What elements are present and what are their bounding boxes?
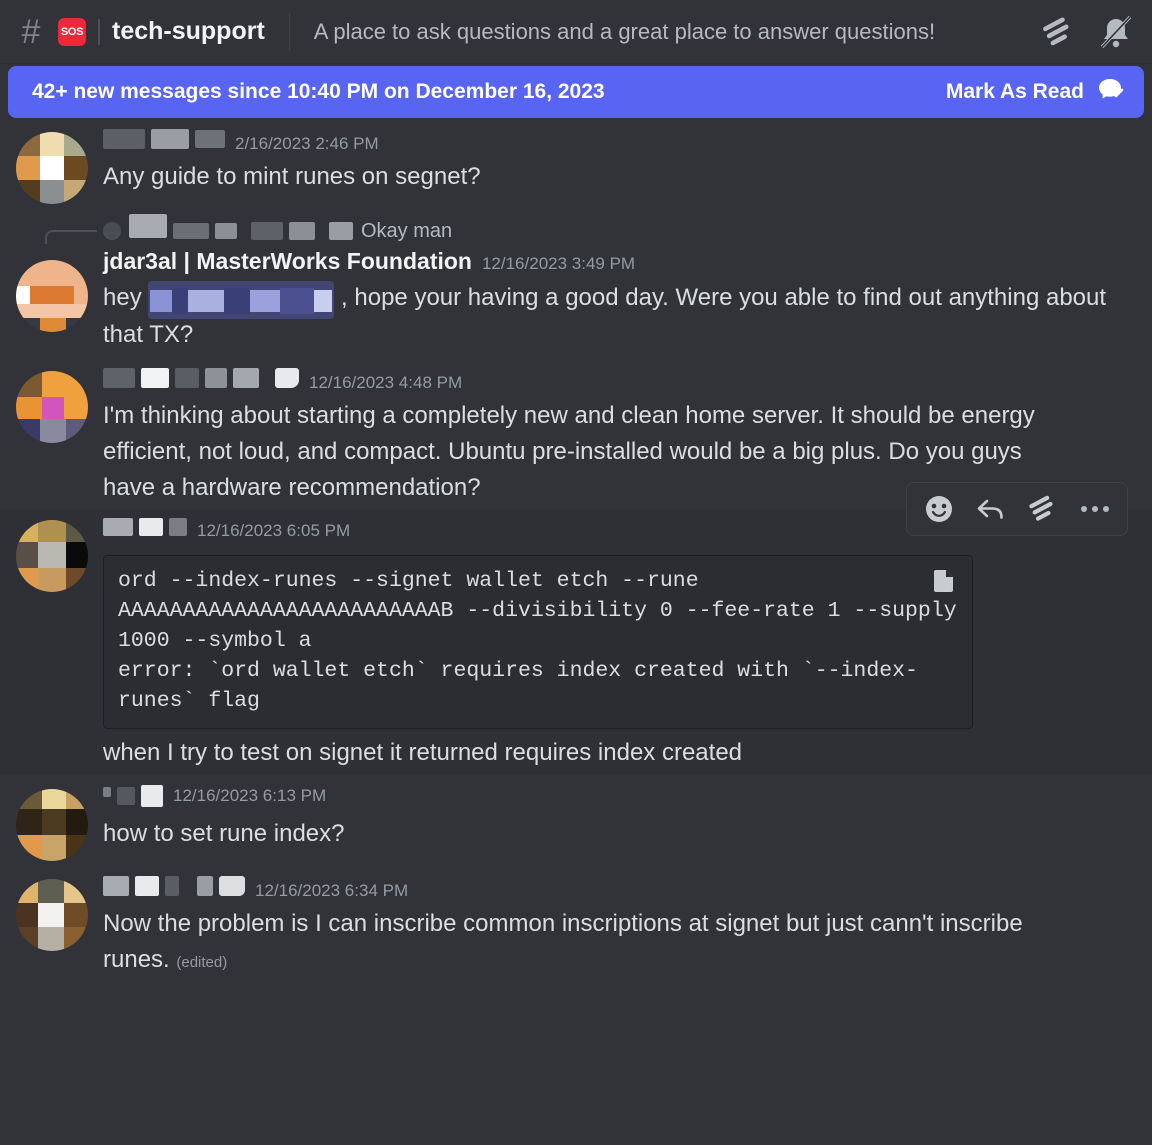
create-thread-icon[interactable] xyxy=(1019,487,1067,531)
avatar[interactable] xyxy=(15,520,88,592)
message-hover-toolbar[interactable] xyxy=(906,482,1128,536)
reply-arrow-icon[interactable] xyxy=(967,487,1015,531)
message-list[interactable]: 2/16/2023 2:46 PM Any guide to mint rune… xyxy=(0,124,1152,1145)
reply-username-redacted[interactable] xyxy=(129,214,353,242)
more-options-icon[interactable] xyxy=(1071,487,1119,531)
avatar-column xyxy=(0,875,103,981)
message-row[interactable]: 12/16/2023 6:34 PM Now the problem is I … xyxy=(0,865,1152,985)
message-text: when I try to test on signet it returned… xyxy=(103,739,743,766)
hash-icon: # xyxy=(21,12,41,51)
threads-icon[interactable] xyxy=(1038,12,1078,52)
reply-spine xyxy=(45,230,97,244)
new-messages-banner[interactable]: 42+ new messages since 10:40 PM on Decem… xyxy=(8,66,1144,118)
reply-reference[interactable]: Okay man xyxy=(45,214,1116,246)
message-text: hey , hope your having a good day. Were … xyxy=(103,279,1116,353)
avatar[interactable] xyxy=(15,789,88,861)
copy-icon[interactable] xyxy=(930,566,960,596)
message-body: Okay man jdar3al | MasterWorks Foundatio… xyxy=(45,214,1136,353)
message-row[interactable]: 2/16/2023 2:46 PM Any guide to mint rune… xyxy=(0,124,1152,208)
sos-emoji-badge: SOS xyxy=(58,17,86,46)
message-header: 12/16/2023 6:34 PM xyxy=(103,875,1116,906)
timestamp: 12/16/2023 3:49 PM xyxy=(481,254,636,273)
timestamp: 2/16/2023 2:46 PM xyxy=(235,134,379,153)
header-separator xyxy=(98,18,100,45)
username-redacted[interactable] xyxy=(103,875,245,897)
channel-name[interactable]: tech-support xyxy=(112,17,265,46)
message-body: 12/16/2023 6:13 PM how to set rune index… xyxy=(103,785,1136,861)
message-row[interactable]: 12/16/2023 6:13 PM how to set rune index… xyxy=(0,775,1152,865)
message-text: Now the problem is I can inscribe common… xyxy=(103,906,1033,981)
avatar-column xyxy=(0,785,103,861)
mark-as-read-label: Mark As Read xyxy=(945,80,1084,103)
new-messages-count-text: 42+ new messages since 10:40 PM on Decem… xyxy=(32,80,605,103)
username-redacted[interactable] xyxy=(103,128,225,150)
message-row[interactable]: 12/16/2023 6:05 PM ord --index-runes --s… xyxy=(0,482,1152,775)
avatar[interactable] xyxy=(15,260,88,332)
mention-redacted[interactable] xyxy=(148,281,335,319)
mark-read-check-icon xyxy=(1094,74,1126,111)
timestamp: 12/16/2023 4:48 PM xyxy=(309,373,463,392)
edited-label: (edited) xyxy=(176,954,228,971)
timestamp: 12/16/2023 6:34 PM xyxy=(255,881,409,900)
username-redacted[interactable] xyxy=(103,367,299,389)
avatar[interactable] xyxy=(15,879,88,951)
message-text: Any guide to mint runes on segnet? xyxy=(103,163,481,190)
message-header: 2/16/2023 2:46 PM xyxy=(103,128,1116,159)
avatar[interactable] xyxy=(15,132,88,204)
message-body: 12/16/2023 6:34 PM Now the problem is I … xyxy=(103,875,1136,981)
message-row[interactable]: Okay man jdar3al | MasterWorks Foundatio… xyxy=(0,208,1152,357)
message-body: 12/16/2023 6:05 PM ord --index-runes --s… xyxy=(103,516,1136,771)
avatar-column xyxy=(0,128,103,204)
username[interactable]: jdar3al | MasterWorks Foundation xyxy=(103,248,472,275)
sos-badge-label: SOS xyxy=(60,25,84,38)
message-text: I'm thinking about starting a completely… xyxy=(103,402,1042,501)
avatar-column xyxy=(0,367,103,506)
message-text: how to set rune index? xyxy=(103,820,345,847)
avatar[interactable] xyxy=(15,371,88,443)
username-redacted[interactable] xyxy=(103,516,187,538)
bell-muted-icon[interactable] xyxy=(1096,12,1136,52)
username-redacted[interactable] xyxy=(103,785,163,807)
timestamp: 12/16/2023 6:13 PM xyxy=(173,786,327,805)
message-body: 2/16/2023 2:46 PM Any guide to mint rune… xyxy=(103,128,1136,204)
code-content: ord --index-runes --signet wallet etch -… xyxy=(118,569,957,713)
message-header: 12/16/2023 4:48 PM xyxy=(103,367,1116,398)
timestamp: 12/16/2023 6:05 PM xyxy=(197,521,351,540)
message-header: jdar3al | MasterWorks Foundation 12/16/2… xyxy=(103,248,1116,279)
reply-text: Okay man xyxy=(361,219,453,242)
mark-as-read-button[interactable]: Mark As Read xyxy=(946,74,1126,111)
channel-header: # SOS tech-support A place to ask questi… xyxy=(0,0,1152,64)
avatar-column xyxy=(0,516,103,771)
message-header: 12/16/2023 6:13 PM xyxy=(103,785,1116,816)
message-text-content: Now the problem is I can inscribe common… xyxy=(103,910,1030,973)
code-block[interactable]: ord --index-runes --signet wallet etch -… xyxy=(103,555,973,729)
message-text-before-mention: hey xyxy=(103,284,149,311)
header-divider xyxy=(288,12,290,51)
reply-avatar xyxy=(103,222,121,240)
channel-topic[interactable]: A place to ask questions and a great pla… xyxy=(314,19,1024,45)
header-actions xyxy=(1038,12,1136,52)
add-reaction-icon[interactable] xyxy=(915,487,963,531)
